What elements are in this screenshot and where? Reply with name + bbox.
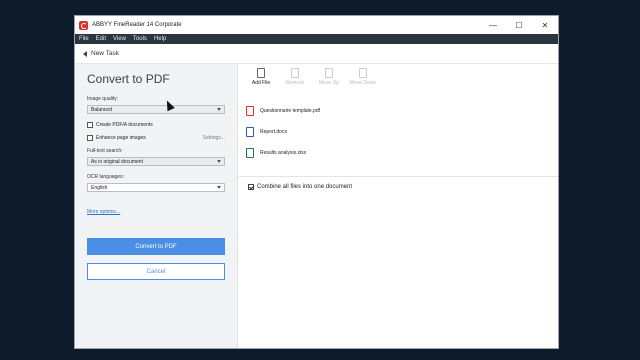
back-arrow-icon <box>83 50 87 57</box>
minimize-button[interactable]: — <box>480 16 506 34</box>
cancel-button[interactable]: Cancel <box>87 263 225 280</box>
app-window: ABBYY FineReader 14 Corporate — ☐ ✕ File… <box>74 15 559 349</box>
pdf-file-icon <box>246 105 254 116</box>
enhance-row[interactable]: Enhance page images Settings... <box>87 135 225 141</box>
file-name: Results analysis.xlsx <box>260 149 307 156</box>
create-pdfa-row[interactable]: Create PDF/A documents <box>87 122 225 128</box>
menu-help[interactable]: Help <box>154 36 166 42</box>
fulltext-label: Full-text search: <box>87 148 123 154</box>
create-pdfa-checkbox[interactable] <box>87 122 93 128</box>
file-name: Questionnaire template.pdf <box>260 107 321 114</box>
docx-file-icon <box>246 126 254 137</box>
combine-row[interactable]: Combine all files into one document <box>248 184 352 190</box>
menu-bar: File Edit View Tools Help <box>75 34 558 44</box>
page-title: Convert to PDF <box>87 72 170 86</box>
menu-view[interactable]: View <box>113 36 126 42</box>
add-file-button[interactable]: Add File <box>244 68 278 86</box>
maximize-button[interactable]: ☐ <box>506 16 532 34</box>
files-panel: Add File Remove Move Up Move Down Questi… <box>238 64 558 348</box>
divider <box>238 176 558 177</box>
ocr-languages-value: English <box>91 184 108 191</box>
file-toolbar: Add File Remove Move Up Move Down <box>238 64 558 90</box>
enhance-checkbox[interactable] <box>87 135 93 141</box>
fulltext-value: As in original document <box>91 158 143 165</box>
remove-label: Remove <box>285 80 305 86</box>
main-body: Convert to PDF Image quality: Balanced C… <box>75 64 558 348</box>
move-down-label: Move Down <box>349 80 377 86</box>
options-panel: Convert to PDF Image quality: Balanced C… <box>75 64 238 348</box>
combine-label: Combine all files into one document <box>257 184 353 190</box>
list-item[interactable]: Results analysis.xlsx <box>246 142 558 163</box>
move-up-button[interactable]: Move Up <box>312 68 346 86</box>
new-task-bar[interactable]: New Task <box>75 44 558 64</box>
image-quality-label: Image quality: <box>87 96 119 102</box>
file-name: Report.docx <box>260 128 287 135</box>
enhance-label: Enhance page images <box>96 135 146 141</box>
list-item[interactable]: Report.docx <box>246 121 558 142</box>
chevron-down-icon <box>217 160 221 163</box>
chevron-down-icon <box>217 186 221 189</box>
close-button[interactable]: ✕ <box>532 16 558 34</box>
chevron-down-icon <box>217 108 221 111</box>
title-bar: ABBYY FineReader 14 Corporate — ☐ ✕ <box>75 16 558 34</box>
ocr-languages-label: OCR languages: <box>87 174 124 180</box>
move-up-icon <box>325 68 333 78</box>
combine-checkbox[interactable] <box>248 184 254 190</box>
menu-tools[interactable]: Tools <box>133 36 147 42</box>
remove-button[interactable]: Remove <box>278 68 312 86</box>
menu-file[interactable]: File <box>79 36 89 42</box>
abbyy-logo-icon <box>79 20 88 30</box>
create-pdfa-label: Create PDF/A documents <box>96 122 153 128</box>
xlsx-file-icon <box>246 147 254 158</box>
move-down-button[interactable]: Move Down <box>346 68 380 86</box>
settings-link[interactable]: Settings... <box>203 135 225 141</box>
move-up-label: Move Up <box>318 80 339 86</box>
menu-edit[interactable]: Edit <box>96 36 106 42</box>
add-file-icon <box>257 68 265 78</box>
more-options-link[interactable]: More options... <box>87 209 120 215</box>
convert-button[interactable]: Convert to PDF <box>87 238 225 255</box>
fulltext-select[interactable]: As in original document <box>87 157 225 166</box>
add-file-label: Add File <box>251 80 271 86</box>
image-quality-select[interactable]: Balanced <box>87 105 225 114</box>
new-task-label: New Task <box>91 50 120 57</box>
list-item[interactable]: Questionnaire template.pdf <box>246 100 558 121</box>
ocr-languages-select[interactable]: English <box>87 183 225 192</box>
move-down-icon <box>359 68 367 78</box>
image-quality-value: Balanced <box>91 106 112 113</box>
file-list: Questionnaire template.pdf Report.docx R… <box>238 90 558 163</box>
trash-icon <box>291 68 299 78</box>
window-title: ABBYY FineReader 14 Corporate <box>92 22 182 28</box>
